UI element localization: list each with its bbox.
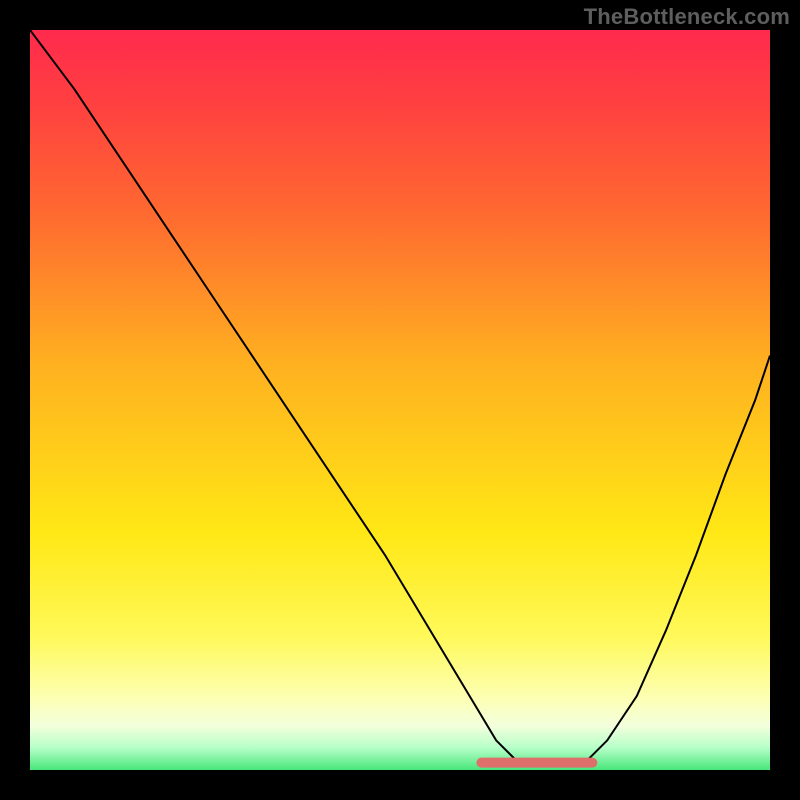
chart-svg	[30, 30, 770, 770]
chart-plot-area	[30, 30, 770, 770]
watermark-text: TheBottleneck.com	[584, 4, 790, 30]
bottleneck-curve-line	[30, 30, 770, 766]
chart-frame: TheBottleneck.com	[0, 0, 800, 800]
